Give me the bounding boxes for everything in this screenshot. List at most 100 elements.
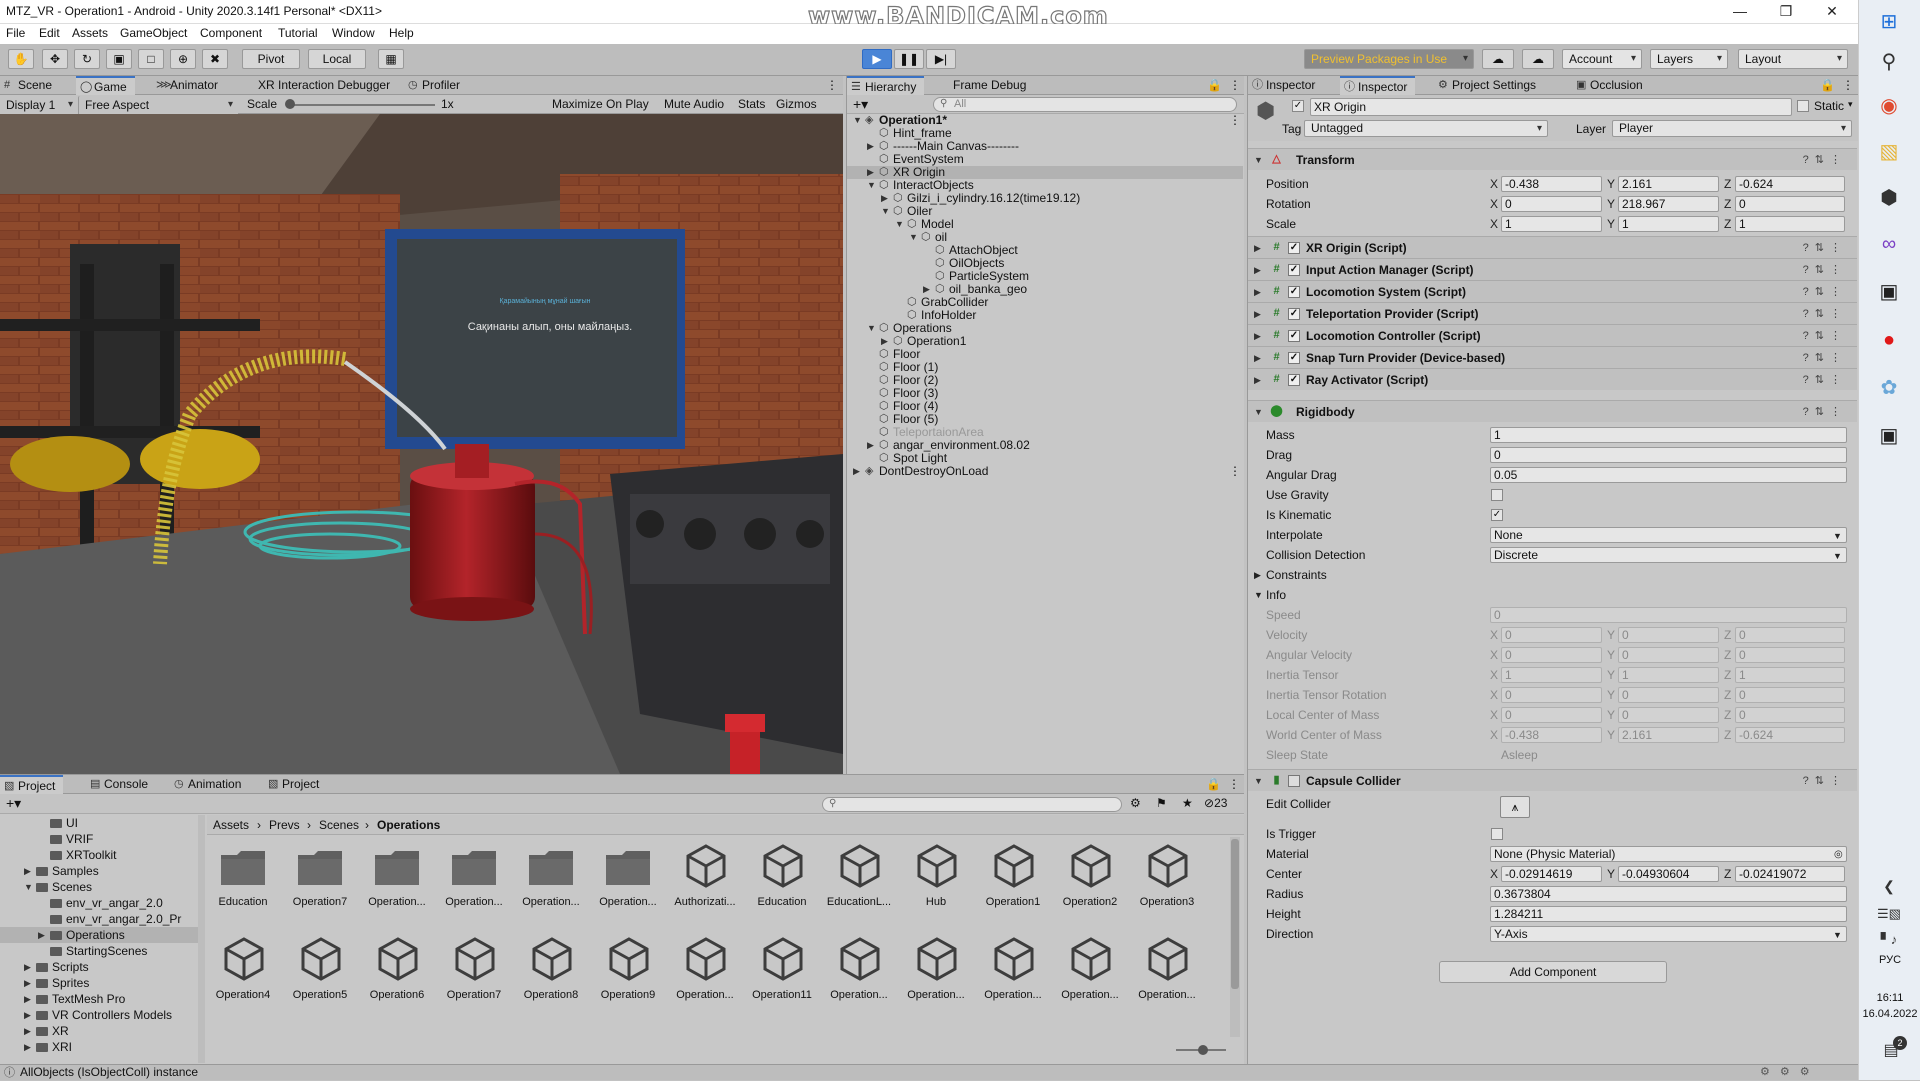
tab-game[interactable]: ◯ Game: [76, 76, 135, 95]
asset-scene[interactable]: Authorizati...: [669, 837, 741, 917]
component-enabled-checkbox[interactable]: ✓: [1288, 308, 1300, 320]
z-value-field[interactable]: -0.624: [1735, 176, 1845, 192]
file-explorer-icon[interactable]: ▧: [1873, 136, 1905, 168]
create-add-icon[interactable]: +▾: [6, 795, 21, 812]
asset-scene[interactable]: Operation1: [977, 837, 1049, 917]
hierarchy-item[interactable]: ▼ ⬡ Oiler: [847, 205, 1243, 218]
folder-tree-item[interactable]: ▶ Samples: [0, 863, 198, 879]
asset-folder[interactable]: Education: [207, 837, 279, 917]
panel-menu-icon[interactable]: ⋮: [1228, 777, 1240, 791]
folder-tree-item[interactable]: env_vr_angar_2.0: [0, 895, 198, 911]
tab-occlusion[interactable]: ▣ Occlusion: [1572, 76, 1651, 95]
component-menu-icons[interactable]: ?⇅⋮: [1803, 369, 1847, 391]
asset-scene[interactable]: Operation4: [207, 930, 279, 1010]
hierarchy-item[interactable]: ⬡ ParticleSystem: [847, 270, 1243, 283]
value-field[interactable]: 0.3673804: [1490, 886, 1847, 902]
foldout-closed-icon[interactable]: ▶: [24, 1023, 31, 1039]
breadcrumb-scenes[interactable]: Scenes: [319, 818, 359, 832]
dropdown-field[interactable]: Discrete: [1490, 547, 1847, 563]
asset-scene[interactable]: Operation...: [900, 930, 972, 1010]
foldout-closed-icon[interactable]: ▶: [867, 140, 874, 153]
step-button[interactable]: ▶|: [926, 49, 956, 69]
folder-tree-item[interactable]: ▶ XRI: [0, 1039, 198, 1055]
folder-tree-item[interactable]: ▶ Scripts: [0, 959, 198, 975]
asset-scene[interactable]: Operation...: [1131, 930, 1203, 1010]
foldout-closed-icon[interactable]: ▶: [867, 166, 874, 179]
hidden-count-icon[interactable]: ⊘23: [1204, 796, 1227, 810]
hand-tool-icon[interactable]: ✋: [8, 49, 34, 69]
tab-inspector-1[interactable]: ⓘ Inspector: [1248, 76, 1323, 95]
filter-label-icon[interactable]: ⚑: [1156, 796, 1167, 810]
pivot-toggle[interactable]: Pivot: [242, 49, 300, 69]
x-value-field[interactable]: -0.438: [1501, 176, 1602, 192]
foldout-closed-icon[interactable]: ▶: [24, 975, 31, 991]
z-value-field[interactable]: 1: [1735, 216, 1845, 232]
static-checkbox[interactable]: [1797, 100, 1809, 112]
component-menu-icons[interactable]: ?⇅⋮: [1803, 303, 1847, 325]
asset-scene[interactable]: Operation2: [1054, 837, 1126, 917]
stats-toggle[interactable]: Stats: [738, 97, 765, 111]
game-view[interactable]: Қарамайының мұнай шағын Сақинаны алып, о…: [0, 114, 843, 774]
component-enabled-checkbox[interactable]: ✓: [1288, 242, 1300, 254]
folder-tree-item[interactable]: ▶ XR: [0, 1023, 198, 1039]
foldout-open-icon[interactable]: ▼: [24, 879, 33, 895]
menu-assets[interactable]: Assets: [72, 26, 108, 40]
panel-menu-icon[interactable]: ⋮: [1229, 78, 1241, 92]
pause-button[interactable]: ❚❚: [894, 49, 924, 69]
unity-editor-2-icon[interactable]: ▣: [1873, 420, 1905, 452]
component-menu-icons[interactable]: ?⇅⋮: [1803, 401, 1847, 423]
x-value-field[interactable]: -0.02914619: [1501, 866, 1602, 882]
hierarchy-search-input[interactable]: ⚲ All: [933, 97, 1237, 112]
cloud-icon[interactable]: ☁: [1522, 49, 1554, 69]
component-enabled-checkbox[interactable]: ✓: [1288, 352, 1300, 364]
foldout-closed-icon[interactable]: ▶: [853, 465, 860, 478]
tab-hierarchy[interactable]: ☰ Hierarchy: [847, 76, 925, 95]
grid-snap-icon[interactable]: ▦: [378, 49, 404, 69]
close-button[interactable]: ✕: [1810, 0, 1854, 22]
icon-size-slider-thumb[interactable]: [1198, 1045, 1208, 1055]
component-enabled-checkbox[interactable]: ✓: [1288, 264, 1300, 276]
asset-scene[interactable]: Operation6: [361, 930, 433, 1010]
collab-icon[interactable]: ☁: [1482, 49, 1514, 69]
tab-project-2[interactable]: ▧ Project: [264, 775, 327, 794]
layers-dropdown[interactable]: Layers: [1650, 49, 1728, 69]
component-enabled-checkbox[interactable]: ✓: [1288, 374, 1300, 386]
foldout-row[interactable]: ▼ Info: [1248, 585, 1857, 605]
foldout-open-icon[interactable]: ▼: [881, 205, 890, 218]
component-menu-icons[interactable]: ?⇅⋮: [1803, 259, 1847, 281]
panel-menu-icon[interactable]: ⋮: [1842, 78, 1854, 92]
tab-inspector-2[interactable]: ⓘ Inspector: [1340, 76, 1416, 95]
foldout-closed-icon[interactable]: ▶: [24, 1039, 31, 1055]
tab-xr-debugger[interactable]: XR Interaction Debugger: [240, 76, 398, 95]
custom-tool-icon[interactable]: ✖: [202, 49, 228, 69]
folder-tree-item[interactable]: ▼ Scenes: [0, 879, 198, 895]
hierarchy-item[interactable]: ▶ ◈ DontDestroyOnLoad ⋮: [847, 465, 1243, 478]
foldout-closed-icon[interactable]: ▶: [24, 863, 31, 879]
unity-hub-icon[interactable]: ⬢: [1873, 182, 1905, 214]
menu-edit[interactable]: Edit: [39, 26, 60, 40]
scale-slider[interactable]: [290, 104, 435, 106]
value-field[interactable]: 1: [1490, 427, 1847, 443]
filter-type-icon[interactable]: ⚙: [1130, 796, 1141, 810]
folder-tree-item[interactable]: VRIF: [0, 831, 198, 847]
scale-tool-icon[interactable]: ▣: [106, 49, 132, 69]
mute-audio-toggle[interactable]: Mute Audio: [664, 97, 724, 111]
object-picker-icon[interactable]: ◎: [1834, 845, 1843, 865]
bandicam-icon[interactable]: ●: [1873, 324, 1905, 356]
component-menu-icons[interactable]: ?⇅⋮: [1803, 237, 1847, 259]
project-search-input[interactable]: ⚲: [822, 797, 1122, 812]
script-component-header[interactable]: ▶ # ✓ Ray Activator (Script) ?⇅⋮: [1248, 368, 1857, 390]
breadcrumb-assets[interactable]: Assets: [213, 818, 249, 832]
foldout-closed-icon[interactable]: ▶: [38, 927, 45, 943]
tab-project-settings[interactable]: ⚙ Project Settings: [1434, 76, 1544, 95]
rigidbody-header[interactable]: ▼ ⬤ Rigidbody ?⇅⋮: [1248, 400, 1857, 422]
asset-folder[interactable]: Operation...: [361, 837, 433, 917]
menu-component[interactable]: Component: [200, 26, 262, 40]
asset-scene[interactable]: Operation7: [438, 930, 510, 1010]
script-component-header[interactable]: ▶ # ✓ Locomotion Controller (Script) ?⇅⋮: [1248, 324, 1857, 346]
transform-tool-icon[interactable]: ⊕: [170, 49, 196, 69]
tab-frame-debug[interactable]: Frame Debug: [935, 76, 1034, 95]
hierarchy-item[interactable]: ⬡ GrabCollider: [847, 296, 1243, 309]
asset-scene[interactable]: Operation...: [977, 930, 1049, 1010]
tab-animation[interactable]: ◷ Animation: [170, 775, 249, 794]
